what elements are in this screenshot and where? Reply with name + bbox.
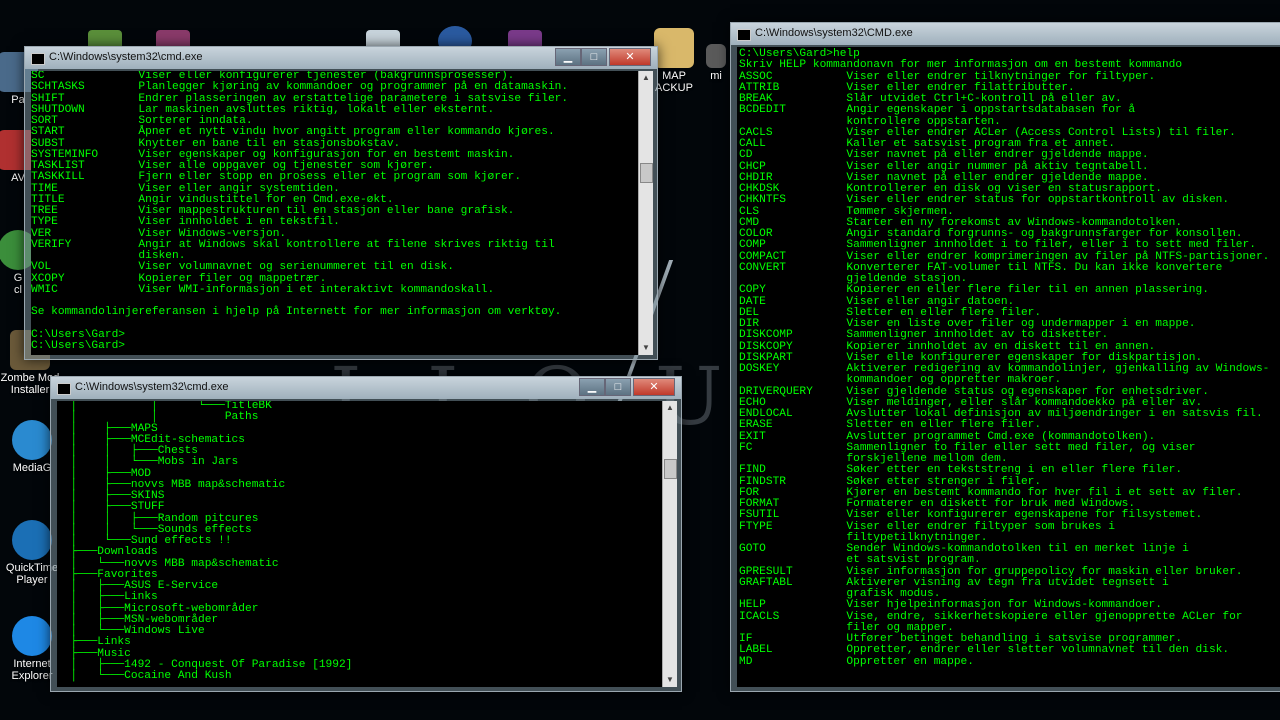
desktop-icon-label: Pa <box>11 94 25 106</box>
window-title: C:\Windows\system32\cmd.exe <box>75 381 229 393</box>
maximize-button[interactable]: □ <box>581 48 607 66</box>
scroll-down-icon[interactable]: ▼ <box>639 341 653 355</box>
console-line: SCHTASKS Planlegger kjøring av kommandoe… <box>31 81 569 94</box>
scroll-down-icon[interactable]: ▼ <box>663 673 677 687</box>
console-line: │ │ └───Mobs in Jars <box>57 456 239 469</box>
internet-explorer-icon <box>12 616 52 656</box>
maximize-button[interactable]: □ <box>605 378 631 396</box>
console-line: HELP Viser hjelpeinformasjon for Windows… <box>739 599 1162 612</box>
scroll-up-icon[interactable]: ▲ <box>639 71 653 85</box>
close-button[interactable]: ✕ <box>633 378 675 396</box>
console-line: │ └───Cocaine And Kush <box>57 670 232 682</box>
console-line: │ └───Windows Live <box>57 625 205 637</box>
console-line: WMIC Viser WMI-informasjon i et interakt… <box>31 283 495 296</box>
desktop-icon-label: Internet Explorer <box>11 658 53 682</box>
console-line: C:\Users\Gard> <box>31 340 125 352</box>
console-line: Skriv HELP kommandonavn for mer informas… <box>739 59 1183 72</box>
desktop-icon-label: AV <box>11 172 25 184</box>
console-output[interactable]: │ │ └───TitleBK │ │ Paths │ ├───MAPS │ ├… <box>57 401 663 687</box>
window-titlebar[interactable]: C:\Windows\system32\cmd.exe ▁ □ ✕ <box>25 47 657 69</box>
scroll-thumb[interactable] <box>664 459 677 479</box>
console-line: FSUTIL Viser eller konfigurerer egenskap… <box>739 509 1203 522</box>
window-titlebar[interactable]: C:\Windows\system32\CMD.exe <box>731 23 1280 45</box>
vertical-scrollbar[interactable]: ▲ ▼ <box>638 71 653 355</box>
window-titlebar[interactable]: C:\Windows\system32\cmd.exe ▁ □ ✕ <box>51 377 681 399</box>
console-line: │ │ Paths <box>57 411 259 424</box>
window-title: C:\Windows\system32\CMD.exe <box>755 27 913 39</box>
cmd-window-3[interactable]: C:\Windows\system32\CMD.exe C:\Users\Gar… <box>730 22 1280 692</box>
cmd-icon <box>31 53 45 65</box>
console-line: FIND Søker etter en tekststreng i en ell… <box>739 464 1183 477</box>
close-button[interactable]: ✕ <box>609 48 651 66</box>
desktop-icon-label: G cl <box>13 272 23 296</box>
console-line: et satsvist program. <box>739 554 981 567</box>
console-line: MD Oppretter en mappe. <box>739 655 974 668</box>
console-line: COMP Sammenligner innholdet i to filer, … <box>739 239 1256 252</box>
cmd-window-1[interactable]: C:\Windows\system32\cmd.exe ▁ □ ✕ SC Vis… <box>24 46 658 360</box>
console-output[interactable]: C:\Users\Gard>help Skriv HELP kommandonav… <box>737 47 1280 687</box>
console-line: BCDEDIT Angir egenskaper i oppstartsdata… <box>739 104 1136 117</box>
console-line: kommandoer og oppretter makroer. <box>739 374 1062 387</box>
console-line: START Åpner et nytt vindu hvor angitt pr… <box>31 126 555 139</box>
console-output[interactable]: SC Viser eller konfigurerer tjenester (b… <box>31 71 639 355</box>
console-line: DISKCOMP Sammenligner innholdet av to di… <box>739 329 1109 342</box>
desktop-icon-label: MAP ACKUP <box>655 70 693 94</box>
console-line: VOL Viser volumnavnet og serienummeret t… <box>31 261 454 274</box>
console-line: Se kommandolinjereferansen i hjelp på In… <box>31 306 562 319</box>
console-line: COPY Kopierer en eller flere filer til e… <box>739 284 1209 297</box>
minimize-button[interactable]: ▁ <box>579 378 605 396</box>
folder-icon <box>654 28 694 68</box>
window-title: C:\Windows\system32\cmd.exe <box>49 51 203 63</box>
app-icon <box>706 44 726 68</box>
cmd-icon <box>57 383 71 395</box>
cmd-window-2[interactable]: C:\Windows\system32\cmd.exe ▁ □ ✕ │ │ └─… <box>50 376 682 692</box>
console-line: TYPE Viser innholdet i en tekstfil. <box>31 216 340 229</box>
desktop-icon-label: mi <box>710 70 722 82</box>
media-icon <box>12 420 52 460</box>
console-line: ├───Links <box>57 636 131 649</box>
console-line: CD Viser navnet på eller endrer gjeldend… <box>739 149 1149 162</box>
quicktime-icon <box>12 520 52 560</box>
console-line: │ ├───STUFF <box>57 501 165 514</box>
console-line: LABEL Oppretter, endrer eller sletter vo… <box>739 644 1230 657</box>
console-line: ├───Downloads <box>57 546 158 559</box>
vertical-scrollbar[interactable]: ▲ ▼ <box>662 401 677 687</box>
console-line: │ ├───Links <box>57 591 158 604</box>
console-line: TASKKILL Fjern eller stopp en prosess el… <box>31 171 522 184</box>
desktop-icon-label: MediaG <box>12 462 52 474</box>
console-line: ERASE Sletter en eller flere filer. <box>739 419 1042 432</box>
scroll-up-icon[interactable]: ▲ <box>663 401 677 415</box>
minimize-button[interactable]: ▁ <box>555 48 581 66</box>
console-line: CHKNTFS Viser eller endrer status for op… <box>739 194 1230 207</box>
cmd-icon <box>737 29 751 41</box>
scroll-thumb[interactable] <box>640 163 653 183</box>
